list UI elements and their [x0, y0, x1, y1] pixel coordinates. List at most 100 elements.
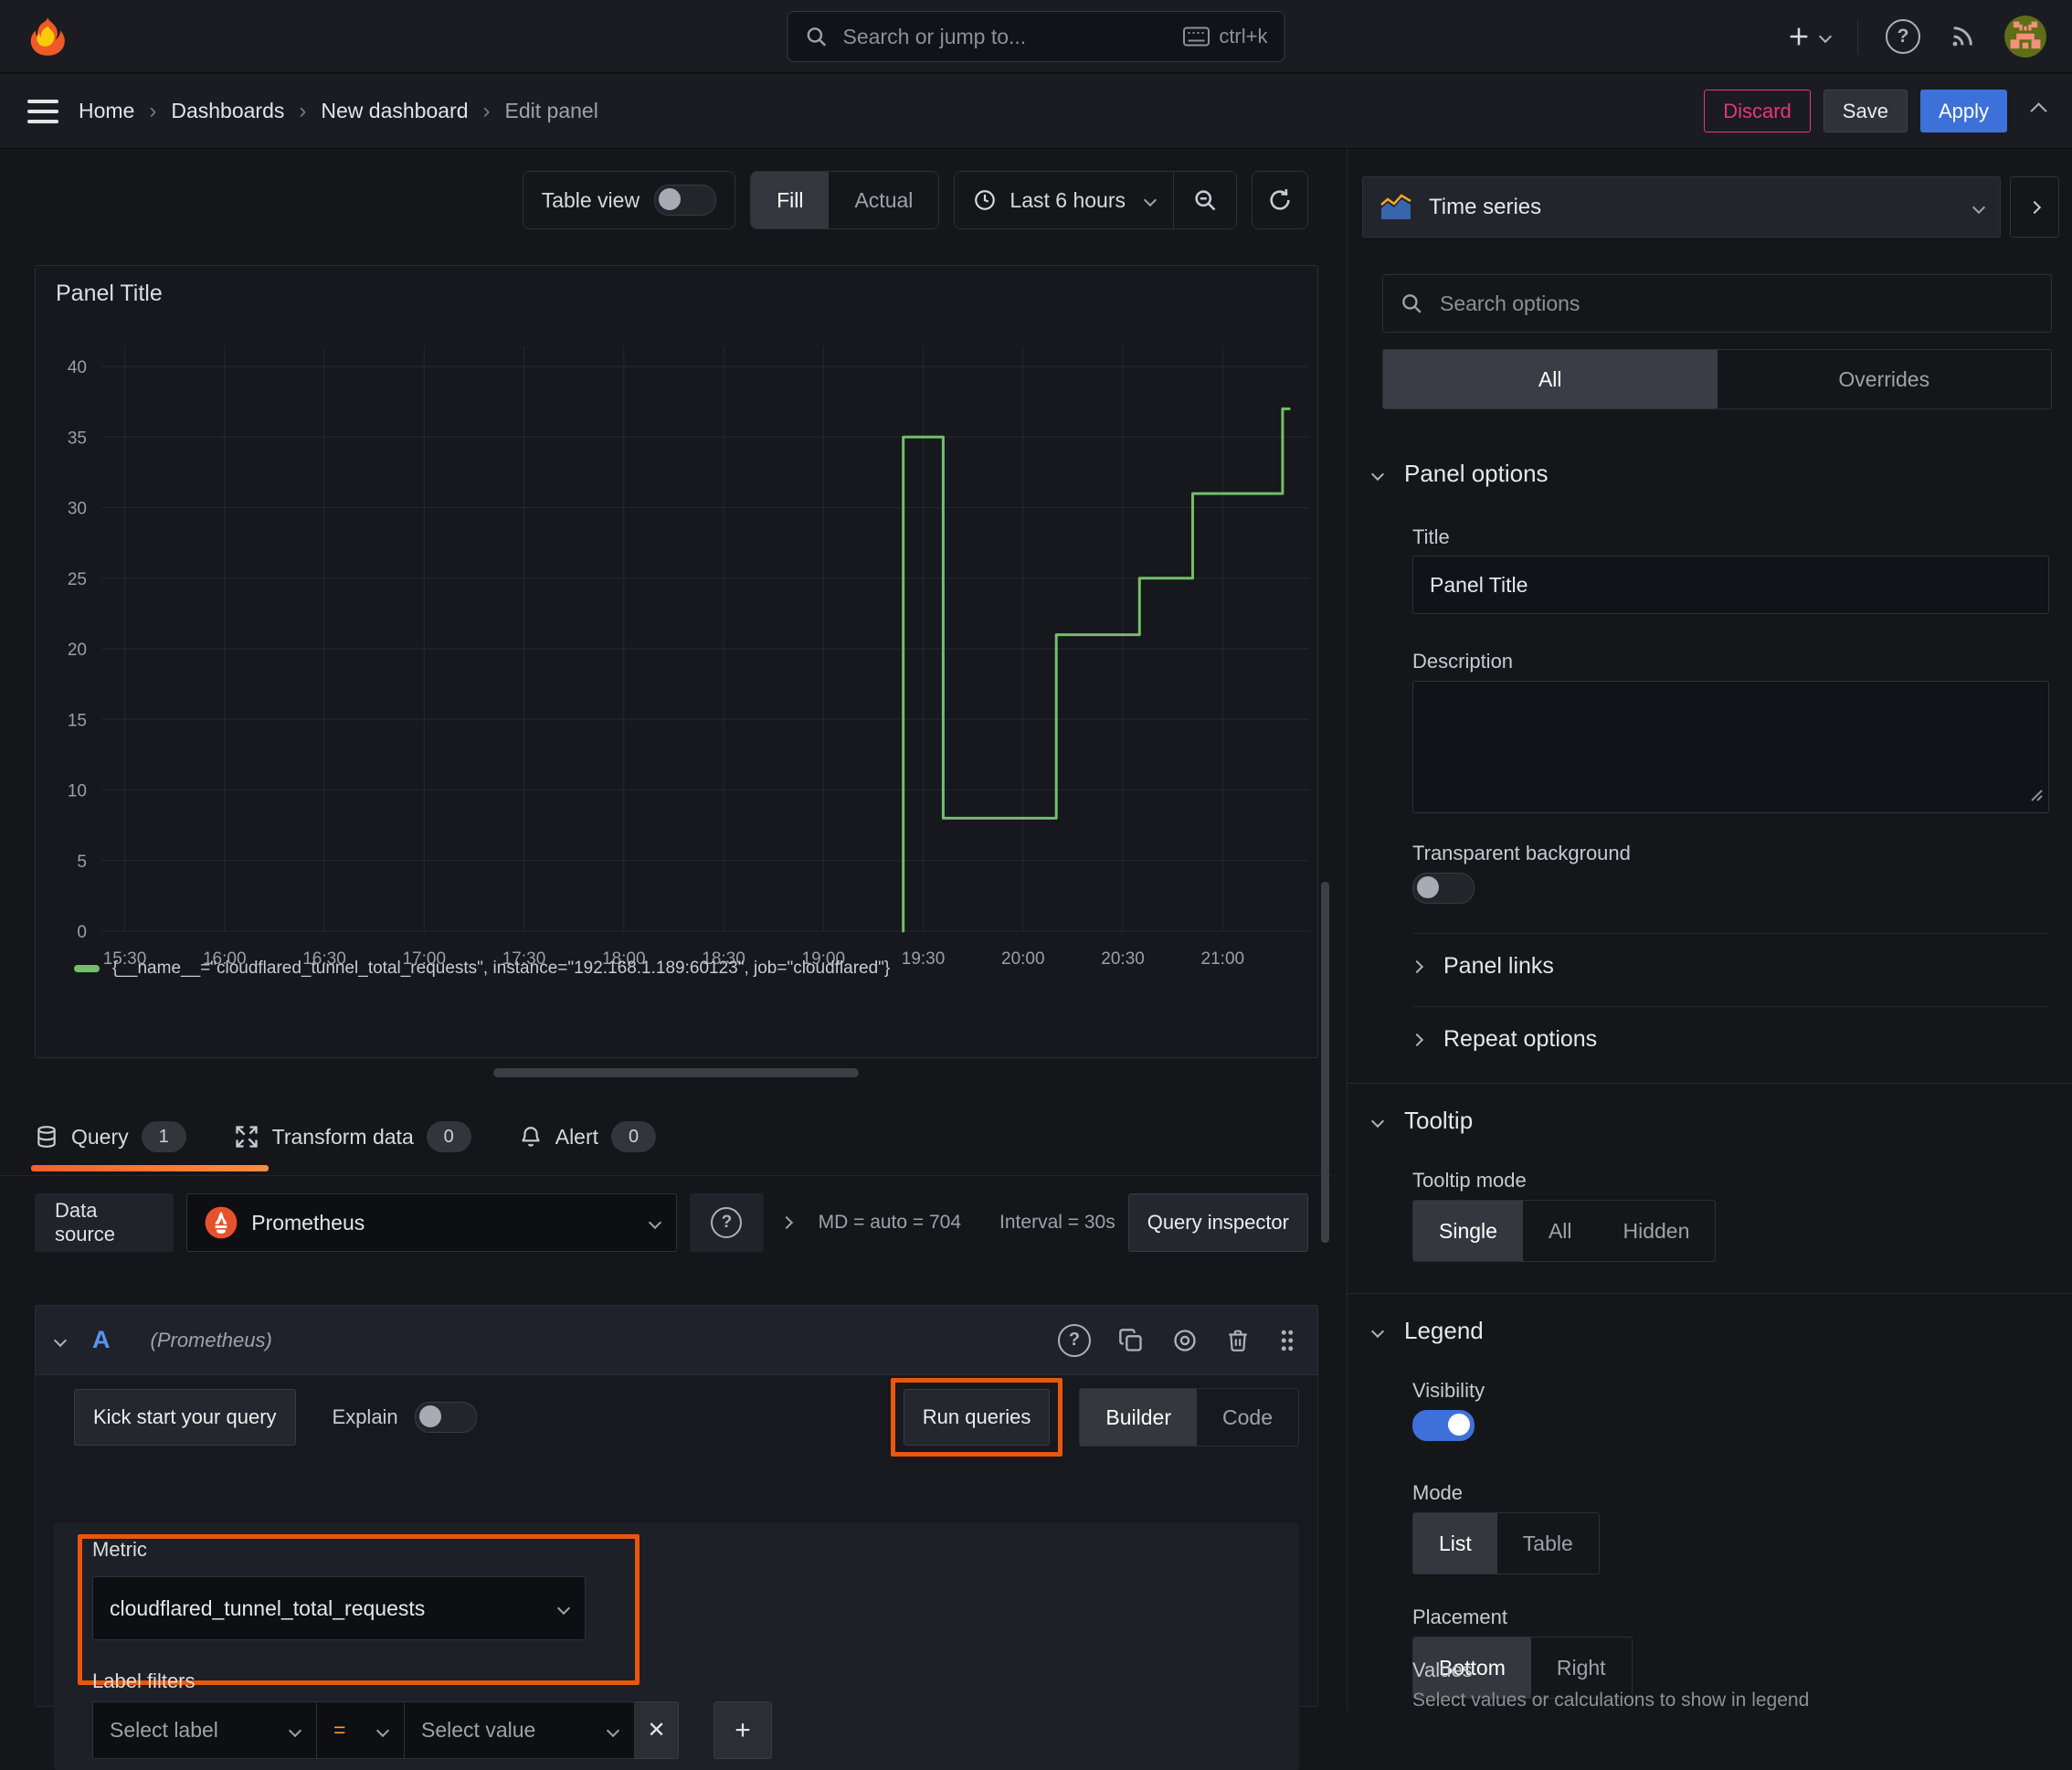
prometheus-icon — [205, 1206, 238, 1239]
refresh-button[interactable] — [1252, 171, 1308, 229]
chevron-down-icon — [1370, 1324, 1385, 1338]
panel-title-input[interactable] — [1412, 556, 2049, 614]
interval-stat: Interval = 30s — [999, 1212, 1115, 1233]
kick-start-query-button[interactable]: Kick start your query — [74, 1389, 296, 1446]
zoom-out-button[interactable] — [1174, 172, 1236, 228]
query-count-badge: 1 — [141, 1121, 186, 1152]
collapse-query-icon[interactable] — [53, 1333, 68, 1347]
tab-alert[interactable]: Alert 0 — [519, 1121, 657, 1152]
tab-query[interactable]: Query 1 — [35, 1121, 186, 1152]
breadcrumb-home[interactable]: Home — [79, 99, 134, 123]
label-filters-row: Select label = Select value ✕ + — [92, 1701, 772, 1759]
legend-visibility-toggle[interactable] — [1412, 1410, 1475, 1441]
search-icon — [1400, 291, 1423, 315]
transform-icon — [234, 1124, 259, 1150]
add-filter-button[interactable]: + — [714, 1701, 772, 1759]
tooltip-hidden-option[interactable]: Hidden — [1598, 1201, 1716, 1261]
transparent-background-toggle[interactable] — [1412, 873, 1475, 904]
news-rss-icon[interactable] — [1948, 22, 1977, 51]
add-new-button[interactable] — [1786, 24, 1833, 49]
tab-overrides[interactable]: Overrides — [1718, 350, 2052, 408]
chevron-down-icon — [1370, 467, 1385, 481]
max-data-points-stat: MD = auto = 704 — [818, 1212, 962, 1233]
legend-mode-list-option[interactable]: List — [1413, 1513, 1497, 1574]
transparent-background-label: Transparent background — [1412, 842, 1631, 864]
duplicate-query-icon[interactable] — [1118, 1328, 1144, 1353]
run-queries-button[interactable]: Run queries — [903, 1389, 1051, 1446]
legend-mode-table-option[interactable]: Table — [1497, 1513, 1599, 1574]
panel-title: Panel Title — [56, 281, 163, 306]
tooltip-mode-label: Tooltip mode — [1412, 1169, 1527, 1192]
user-avatar[interactable] — [2004, 15, 2046, 58]
breadcrumb-new-dashboard[interactable]: New dashboard — [321, 99, 468, 123]
actual-option[interactable]: Actual — [829, 172, 938, 228]
apply-button[interactable]: Apply — [1919, 90, 2007, 132]
breadcrumb-dashboards[interactable]: Dashboards — [171, 99, 284, 123]
tooltip-section-header[interactable]: Tooltip — [1370, 1107, 1473, 1135]
chevron-down-icon — [649, 1215, 662, 1230]
visibility-label: Visibility — [1412, 1379, 1485, 1402]
chevron-right-icon[interactable] — [779, 1215, 793, 1230]
operator-dropdown[interactable]: = — [316, 1701, 405, 1759]
query-help-icon[interactable]: ? — [1058, 1323, 1091, 1357]
tab-all[interactable]: All — [1383, 350, 1718, 408]
remove-filter-button[interactable]: ✕ — [635, 1701, 679, 1759]
code-option[interactable]: Code — [1197, 1389, 1298, 1446]
select-value-dropdown[interactable]: Select value — [404, 1701, 635, 1759]
panel-links-section-header[interactable]: Panel links — [1410, 953, 1554, 980]
explain-label: Explain — [332, 1405, 398, 1428]
visualization-picker[interactable]: Time series — [1362, 176, 2001, 238]
values-label: Values — [1412, 1659, 1473, 1681]
tooltip-single-option[interactable]: Single — [1413, 1201, 1523, 1261]
drag-query-grip-icon[interactable] — [1277, 1327, 1297, 1354]
hide-query-eye-icon[interactable] — [1171, 1328, 1199, 1353]
toggle-viz-picker-button[interactable] — [2010, 176, 2059, 238]
panel-preview[interactable]: Panel Title 0 5 10 15 20 25 30 35 40 15:30 16:00 16… — [35, 265, 1318, 1058]
delete-query-trash-icon[interactable] — [1226, 1328, 1250, 1353]
global-search[interactable]: ctrl+k — [787, 11, 1285, 62]
grafana-logo-icon[interactable] — [26, 15, 69, 58]
search-input[interactable] — [840, 23, 1170, 50]
fill-option[interactable]: Fill — [751, 172, 830, 228]
options-search-input[interactable] — [1438, 290, 2035, 317]
query-stats: MD = auto = 704 Interval = 30s — [819, 1193, 1115, 1252]
left-pane-scrollbar[interactable] — [1321, 882, 1329, 1243]
table-view-label: Table view — [541, 187, 640, 212]
legend-section-header[interactable]: Legend — [1370, 1317, 1484, 1345]
chevron-down-icon — [1972, 200, 1986, 214]
panel-options-section-header[interactable]: Panel options — [1370, 460, 1549, 488]
time-range-group: Last 6 hours — [954, 171, 1237, 229]
chevron-right-icon — [1410, 959, 1424, 973]
time-series-chart[interactable]: 051015202530354015:30 16:00 16:30 17:00 17:3… — [36, 319, 1317, 972]
metric-label: Metric — [92, 1538, 147, 1561]
query-inspector-button[interactable]: Query inspector — [1127, 1193, 1308, 1252]
datasource-label: Data source — [35, 1193, 174, 1252]
breadcrumb-separator: › — [299, 98, 307, 123]
values-helper-text: Select values or calculations to show in… — [1412, 1690, 1810, 1711]
save-button[interactable]: Save — [1823, 90, 1908, 132]
datasource-help-button[interactable]: ? — [690, 1193, 764, 1252]
collapse-header-icon[interactable] — [2030, 102, 2047, 120]
datasource-picker[interactable]: Prometheus — [186, 1193, 678, 1252]
tooltip-all-option[interactable]: All — [1523, 1201, 1598, 1261]
time-range-picker[interactable]: Last 6 hours — [955, 172, 1173, 228]
description-textarea[interactable] — [1412, 681, 2049, 813]
table-view-toggle[interactable] — [654, 185, 717, 216]
breadcrumb-separator: › — [149, 98, 157, 123]
menu-hamburger-icon[interactable] — [27, 99, 58, 123]
builder-option[interactable]: Builder — [1080, 1389, 1198, 1446]
svg-text:30: 30 — [68, 500, 87, 519]
chart-legend[interactable]: {__name__="cloudflared_tunnel_total_requ… — [74, 959, 890, 979]
discard-button[interactable]: Discard — [1704, 90, 1811, 132]
tab-transform-data[interactable]: Transform data 0 — [234, 1121, 471, 1152]
explain-toggle[interactable] — [414, 1402, 477, 1433]
metric-select[interactable]: cloudflared_tunnel_total_requests — [92, 1576, 586, 1640]
options-search[interactable] — [1382, 274, 2052, 333]
query-row-header[interactable]: A (Prometheus) ? — [35, 1305, 1318, 1375]
resize-drag-handle[interactable] — [493, 1068, 859, 1077]
repeat-options-section-header[interactable]: Repeat options — [1410, 1026, 1597, 1053]
datasource-row: Data source Prometheus ? MD = auto = 704… — [35, 1193, 1308, 1252]
select-label-dropdown[interactable]: Select label — [92, 1701, 317, 1759]
help-icon[interactable]: ? — [1886, 18, 1920, 54]
resize-grip-icon[interactable] — [2028, 787, 2043, 801]
